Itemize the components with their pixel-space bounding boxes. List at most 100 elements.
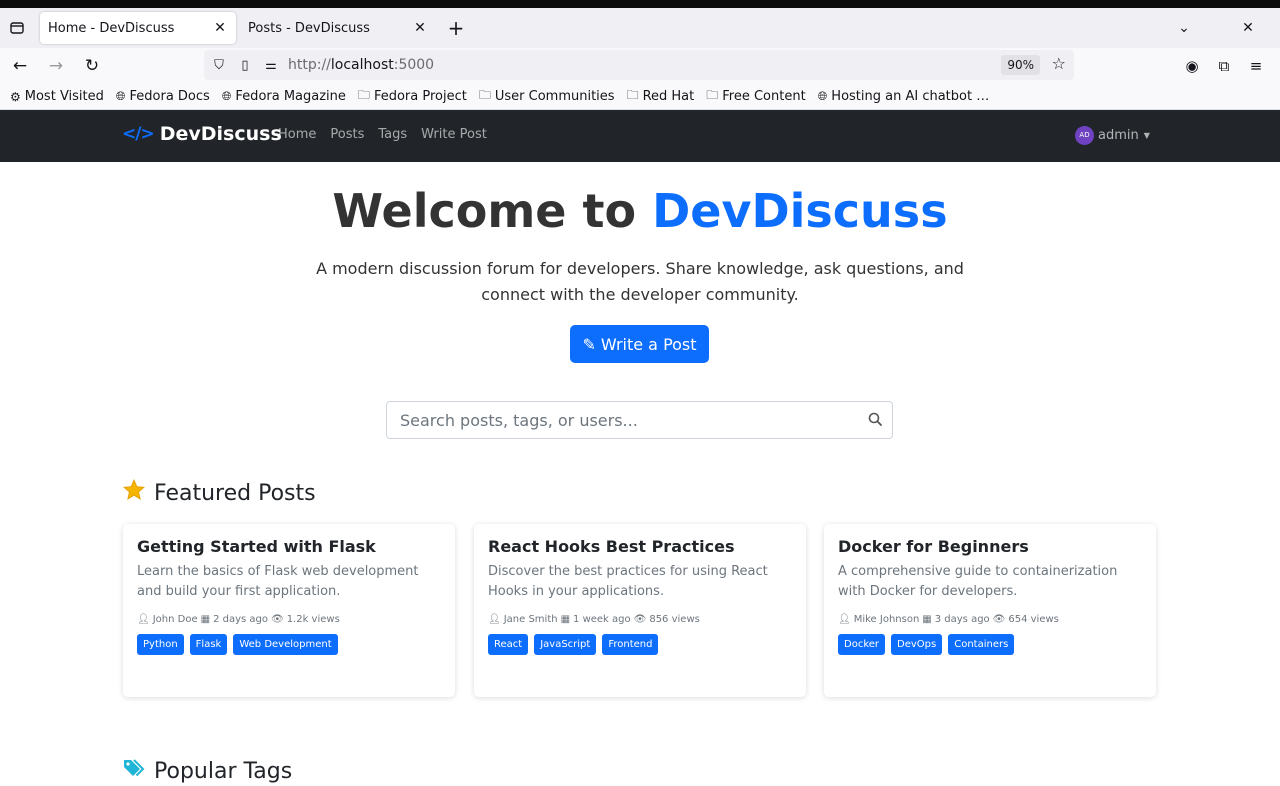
eye-icon: 👁︎ — [992, 614, 1006, 625]
folder-icon: 🗀 — [357, 88, 370, 102]
arrow-right-icon: → — [48, 56, 64, 76]
url-bar[interactable]: ⛉ ▯ ⚌ http://localhost:5000 90% ☆ — [204, 50, 1074, 80]
post-title[interactable]: Getting Started with Flask — [137, 537, 441, 556]
post-author: John Doe — [152, 614, 198, 625]
bookmark-hosting-ai-chatbot[interactable]: 🌐︎ Hosting an AI chatbot … — [818, 89, 990, 104]
bookmark-user-communities[interactable]: 🗀 User Communities — [479, 86, 615, 107]
browser-tab-strip: Home - DevDiscuss ✕ Posts - DevDiscuss ✕… — [0, 8, 1280, 48]
calendar-icon: ▦ — [200, 614, 211, 625]
bookmark-label: Fedora Magazine — [235, 89, 346, 104]
hero-title: Welcome to DevDiscuss — [0, 184, 1280, 238]
chevron-down-icon[interactable]: ⌄ — [1152, 20, 1216, 36]
zoom-indicator[interactable]: 90% — [1001, 55, 1040, 75]
tag-badge[interactable]: Flask — [189, 634, 228, 655]
globe-icon: 🌐︎ — [221, 89, 232, 103]
nav-link-write-post[interactable]: Write Post — [421, 127, 487, 142]
bookmark-most-visited[interactable]: ⚙ Most Visited — [10, 89, 104, 104]
bookmark-fedora-project[interactable]: 🗀 Fedora Project — [358, 86, 467, 107]
post-views: 654 views — [1008, 614, 1059, 625]
forward-button[interactable]: → — [40, 50, 72, 82]
folder-icon: 🗀 — [706, 88, 719, 102]
post-author: Mike Johnson — [853, 614, 920, 625]
page-icon: ▯ — [241, 57, 249, 73]
tab-title: Home - DevDiscuss — [48, 20, 175, 36]
new-tab-button[interactable]: + — [442, 14, 470, 42]
tag-badge[interactable]: Containers — [948, 634, 1015, 655]
featured-posts-heading: Featured Posts — [122, 478, 316, 508]
app-navbar: </> DevDiscuss Home Posts Tags Write Pos… — [0, 110, 1280, 162]
tab-title: Posts - DevDiscuss — [248, 20, 370, 36]
brand-name: DevDiscuss — [159, 123, 282, 145]
hero-title-accent: DevDiscuss — [652, 184, 948, 238]
bookmark-fedora-docs[interactable]: 🌐︎ Fedora Docs — [116, 89, 210, 104]
search-icon[interactable] — [868, 412, 882, 430]
write-post-label: Write a Post — [600, 334, 697, 354]
tag-badge[interactable]: Frontend — [602, 634, 659, 655]
tab-posts[interactable]: Posts - DevDiscuss ✕ — [240, 12, 436, 44]
tab-home[interactable]: Home - DevDiscuss ✕ — [40, 12, 236, 44]
nav-link-tags[interactable]: Tags — [378, 127, 407, 142]
browser-toolbar: ← → ↻ ⛉ ▯ ⚌ http://localhost:5000 90% ☆ … — [0, 48, 1280, 84]
post-card[interactable]: Getting Started with Flask Learn the bas… — [123, 524, 455, 697]
permissions-icon[interactable]: ⚌ — [260, 58, 282, 73]
hero-title-prefix: Welcome to — [332, 184, 637, 238]
brand-link[interactable]: </> DevDiscuss — [122, 123, 282, 145]
tag-badge[interactable]: Python — [137, 634, 184, 655]
post-card[interactable]: Docker for Beginners A comprehensive gui… — [824, 524, 1156, 697]
folder-icon: 🗀 — [626, 88, 639, 102]
bookmark-fedora-magazine[interactable]: 🌐︎ Fedora Magazine — [222, 89, 346, 104]
featured-posts-title: Featured Posts — [154, 480, 316, 506]
eye-icon: 👁︎ — [270, 614, 284, 625]
account-icon[interactable]: ◉ — [1176, 57, 1208, 75]
avatar: AD — [1075, 126, 1094, 145]
post-title[interactable]: Docker for Beginners — [838, 537, 1142, 556]
bookmark-label: Fedora Project — [373, 89, 467, 104]
star-icon — [122, 478, 146, 508]
user-icon: 👤︎ — [137, 614, 150, 625]
calendar-icon: ▦ — [922, 614, 932, 625]
bookmark-label: Free Content — [722, 89, 806, 104]
globe-icon: 🌐︎ — [115, 89, 126, 103]
user-icon: 👤︎ — [838, 614, 851, 625]
tag-badge[interactable]: DevOps — [891, 634, 943, 655]
shield-icon[interactable]: ⛉ — [208, 58, 230, 73]
back-button[interactable]: ← — [4, 50, 36, 82]
post-meta: 👤︎ John Doe ▦ 2 days ago 👁︎ 1.2k views — [137, 614, 441, 625]
reload-icon: ↻ — [84, 56, 100, 76]
bookmark-label: User Communities — [494, 89, 615, 104]
reload-button[interactable]: ↻ — [76, 50, 108, 82]
close-tab-icon[interactable]: ✕ — [212, 20, 228, 36]
url-text[interactable]: http://localhost:5000 — [288, 57, 434, 73]
bookmark-star-icon[interactable]: ☆ — [1052, 54, 1066, 73]
post-card[interactable]: React Hooks Best Practices Discover the … — [474, 524, 806, 697]
close-tab-icon[interactable]: ✕ — [412, 20, 428, 36]
post-tags: Docker DevOps Containers — [838, 634, 1142, 655]
post-tags: React JavaScript Frontend — [488, 634, 792, 655]
search-input[interactable] — [387, 402, 827, 438]
nav-link-home[interactable]: Home — [278, 127, 316, 142]
user-menu-toggle[interactable]: AD admin ▼ — [1075, 126, 1150, 145]
search-box — [386, 401, 893, 439]
bookmark-red-hat[interactable]: 🗀 Red Hat — [627, 86, 695, 107]
tag-badge[interactable]: React — [488, 634, 529, 655]
nav-link-posts[interactable]: Posts — [330, 127, 364, 142]
eye-icon: 👁︎ — [633, 614, 647, 625]
tag-badge[interactable]: JavaScript — [534, 634, 597, 655]
tag-badge[interactable]: Web Development — [233, 634, 338, 655]
extensions-icon[interactable]: ⧉ — [1208, 57, 1240, 75]
close-window-icon[interactable]: ✕ — [1216, 20, 1280, 36]
post-views: 1.2k views — [286, 614, 340, 625]
post-meta: 👤︎ Jane Smith ▦ 1 week ago 👁︎ 856 views — [488, 614, 792, 625]
code-icon: </> — [122, 124, 155, 144]
hero-subtitle: A modern discussion forum for developers… — [316, 259, 964, 304]
tab-list-button[interactable] — [0, 8, 34, 48]
post-title[interactable]: React Hooks Best Practices — [488, 537, 792, 556]
bookmark-label: Most Visited — [24, 89, 104, 104]
tag-badge[interactable]: Docker — [838, 634, 886, 655]
write-post-button[interactable]: ✎ Write a Post — [570, 325, 709, 363]
calendar-icon: ▦ — [560, 614, 571, 625]
post-author: Jane Smith — [503, 614, 558, 625]
bookmark-label: Fedora Docs — [129, 89, 210, 104]
bookmark-free-content[interactable]: 🗀 Free Content — [706, 86, 805, 107]
menu-icon[interactable]: ≡ — [1240, 57, 1272, 75]
